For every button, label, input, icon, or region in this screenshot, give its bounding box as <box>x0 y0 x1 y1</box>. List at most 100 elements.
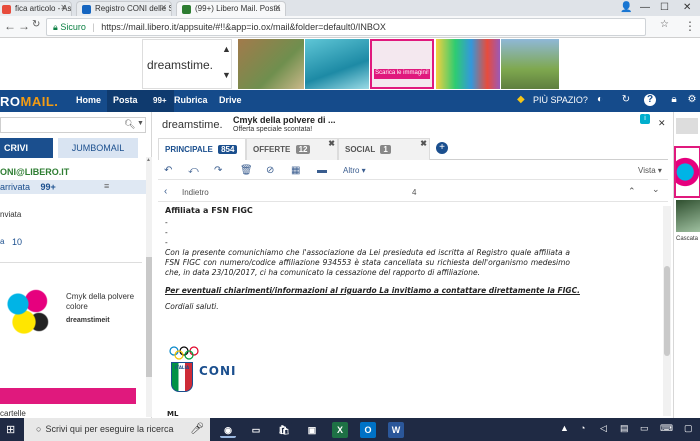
ad-down-icon[interactable]: ▼ <box>222 70 231 80</box>
ad-image-powder[interactable] <box>0 280 60 340</box>
compose-button[interactable]: CRIVI <box>0 138 53 158</box>
tab-social[interactable]: SOCIAL 1 ✖ <box>338 138 430 160</box>
close-icon[interactable]: ✖ <box>328 139 335 148</box>
dreamstime-ad[interactable]: dreamstime. <box>142 39 232 89</box>
sidebar-item-folders[interactable]: cartelle <box>0 409 26 418</box>
close-window-icon[interactable]: ✕ <box>683 2 691 13</box>
right-ad-waterfall[interactable] <box>676 200 700 232</box>
nav-posta[interactable]: Posta 99+ <box>107 90 174 112</box>
browser-tab-3[interactable]: (99+) Libero Mail. Posta ✕ <box>176 1 286 16</box>
menu-icon[interactable]: ≡ <box>104 181 109 191</box>
add-tab-icon[interactable]: + <box>436 142 448 154</box>
right-ad-image[interactable] <box>674 146 700 198</box>
language-icon[interactable]: ⌨ <box>660 423 673 434</box>
vista-dropdown[interactable]: Vista ▾ <box>638 166 662 175</box>
right-ad-logo[interactable] <box>676 118 698 134</box>
nav-home[interactable]: Home <box>76 95 101 105</box>
search-input[interactable]: 🔍︎ ▼ <box>0 117 146 133</box>
maximize-icon[interactable]: ☐ <box>660 2 669 13</box>
excel-icon[interactable]: X <box>332 422 348 438</box>
reply-all-icon[interactable]: ⤺ <box>188 165 199 176</box>
help-icon[interactable]: ◐ <box>594 94 606 106</box>
reply-icon[interactable]: ↶ <box>164 165 172 176</box>
logo-text: CONI <box>199 364 237 378</box>
explorer-icon[interactable]: ▣ <box>304 422 320 438</box>
reload-icon[interactable]: ↻ <box>32 19 40 30</box>
chevron-up-icon[interactable]: ⌃ <box>628 186 636 197</box>
ad-image-water[interactable] <box>305 39 369 89</box>
scroll-thumb[interactable] <box>664 266 670 356</box>
message-ad-bar[interactable]: dreamstime. Cmyk della polvere di ... Of… <box>158 114 668 136</box>
browser-tab-1[interactable]: fica articolo - Asso ✕ <box>0 1 72 16</box>
store-icon[interactable]: 🛍︎ <box>276 422 292 438</box>
ad-image-map[interactable] <box>436 39 500 89</box>
close-icon[interactable]: ✕ <box>274 3 281 12</box>
star-icon[interactable]: ☆ <box>660 19 669 30</box>
forward-icon[interactable]: → <box>18 19 30 33</box>
word-icon[interactable]: W <box>388 422 404 438</box>
back-link[interactable]: Indietro <box>182 188 209 197</box>
battery-icon[interactable]: ▭ <box>640 423 649 434</box>
tab-principale[interactable]: PRINCIPALE 854 <box>158 138 246 160</box>
message-footer: ML <box>167 410 179 416</box>
altro-dropdown[interactable]: Altro ▾ <box>343 166 366 175</box>
notifications-icon[interactable]: ▢ <box>684 423 693 434</box>
folder-icon[interactable]: ▬ <box>317 165 327 176</box>
windows-start-icon[interactable]: ⊞ <box>6 423 15 436</box>
user-icon[interactable]: 👤 <box>620 2 632 13</box>
close-icon[interactable]: ✕ <box>658 118 666 129</box>
left-ad-pink-bar[interactable] <box>0 388 136 404</box>
scroll-up-icon[interactable]: ▲ <box>146 157 151 163</box>
nav-drive[interactable]: Drive <box>219 95 242 105</box>
spam-icon[interactable]: ⊘ <box>266 165 274 176</box>
microphone-icon[interactable]: 🎤︎ <box>190 422 204 435</box>
delete-icon[interactable]: 🗑︎ <box>240 165 253 176</box>
back-icon[interactable]: ← <box>4 19 16 33</box>
outlook-icon[interactable]: O <box>360 422 376 438</box>
sidebar-item-inbox[interactable]: arrivata 99+ ≡ <box>0 180 146 194</box>
settings-icon[interactable]: ⚙ <box>686 94 698 106</box>
wifi-icon[interactable]: ◔ <box>580 423 585 433</box>
scroll-thumb[interactable] <box>146 257 152 377</box>
ad-image-house[interactable] <box>238 39 304 89</box>
network-icon[interactable]: ▤ <box>620 423 629 434</box>
close-icon[interactable]: ✖ <box>420 139 427 148</box>
question-icon[interactable]: ? <box>644 94 656 106</box>
menu-icon[interactable]: ⋮ <box>684 19 696 33</box>
nav-rubrica[interactable]: Rubrica <box>174 95 208 105</box>
archive-icon[interactable]: ▦ <box>291 165 300 176</box>
lock-icon[interactable]: 🔒︎ <box>668 94 680 106</box>
volume-icon[interactable]: ◁ <box>600 423 607 434</box>
scrollbar[interactable]: ▲ <box>146 157 152 417</box>
refresh-icon[interactable]: ↻ <box>620 94 632 106</box>
ad-title[interactable]: Cmyk della polvere di ... <box>233 115 336 125</box>
sidebar-item-sent[interactable]: nviata <box>0 210 21 219</box>
chevron-down-icon[interactable]: ⌄ <box>652 184 660 195</box>
browser-tab-2[interactable]: Registro CONI delle Soc ✕ <box>76 1 172 16</box>
chevron-left-icon[interactable]: ‹ <box>164 186 167 197</box>
ad-image-horse[interactable] <box>501 39 559 89</box>
sidebar-item-arrow[interactable]: a <box>0 237 4 246</box>
ad-up-icon[interactable]: ▲ <box>222 44 231 54</box>
close-icon[interactable]: ✕ <box>60 3 67 12</box>
tab-label: OFFERTE <box>253 145 291 154</box>
close-icon[interactable]: ✕ <box>160 3 167 12</box>
adchoices-icon[interactable]: i <box>640 114 650 124</box>
forward-icon[interactable]: ↷ <box>214 165 222 176</box>
ad-image-download[interactable]: Scarica le immagini! <box>370 39 434 89</box>
taskbar-search-input[interactable]: ○ Scrivi qui per eseguire la ricerca <box>24 418 210 441</box>
tray-icon[interactable]: ▲ <box>560 423 569 433</box>
url-input[interactable]: 🔒︎ Sicuro | https://mail.libero.it/appsu… <box>46 18 646 36</box>
minimize-icon[interactable]: — <box>640 2 650 13</box>
promo-link[interactable]: PIÙ SPAZIO? <box>533 95 588 105</box>
tab-offerte[interactable]: OFFERTE 12 ✖ <box>246 138 338 160</box>
chevron-down-icon[interactable]: ▼ <box>137 120 144 127</box>
chrome-icon[interactable]: ◉ <box>220 422 236 438</box>
left-ad-title[interactable]: Cmyk della polvere colore <box>66 292 142 312</box>
task-view-icon[interactable]: ▭ <box>248 422 264 438</box>
jumbomail-button[interactable]: JUMBOMAIL <box>58 138 138 158</box>
search-icon[interactable]: 🔍︎ <box>124 119 135 130</box>
message-scrollbar[interactable] <box>663 206 671 416</box>
ad-download-button[interactable]: Scarica le immagini! <box>374 69 430 79</box>
app-logo[interactable]: ROMAIL. <box>0 94 58 109</box>
